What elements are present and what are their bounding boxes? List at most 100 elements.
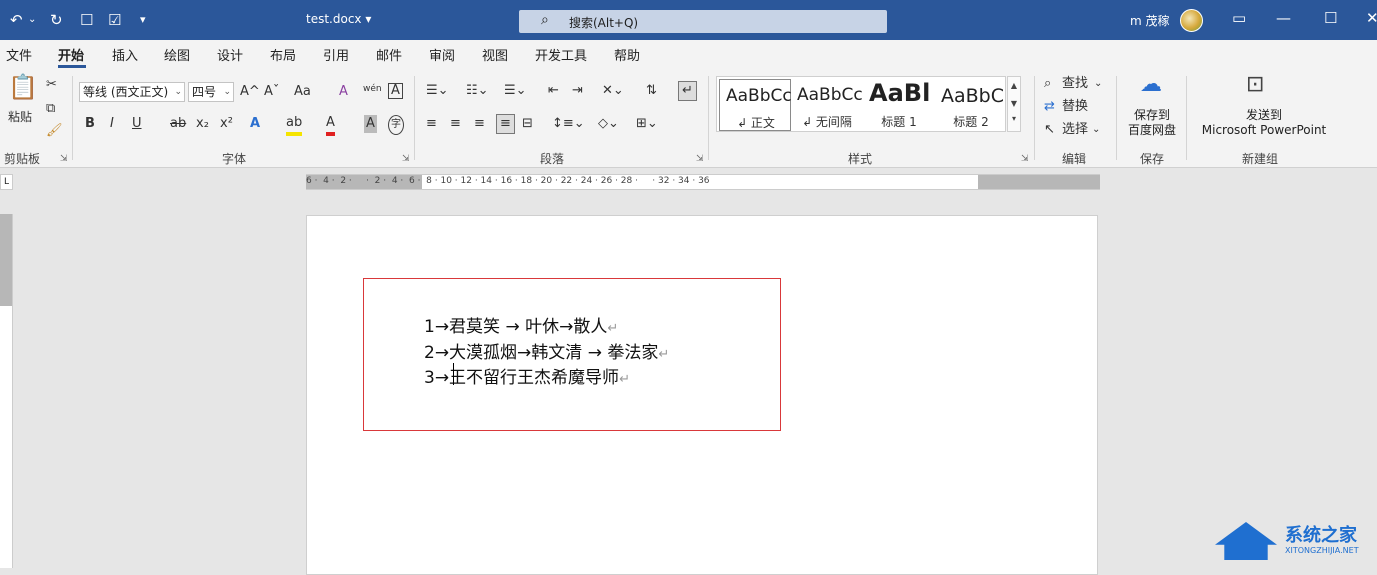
- tab-help[interactable]: 帮助: [614, 45, 640, 64]
- find-button[interactable]: 查找: [1062, 75, 1088, 93]
- paste-icon[interactable]: 📋: [8, 75, 38, 99]
- style-normal[interactable]: AaBbCcI ↲ 正文: [719, 79, 792, 131]
- style-name: 标题 1: [881, 115, 917, 129]
- avatar[interactable]: [1180, 9, 1203, 32]
- align-left-icon[interactable]: ≡: [426, 115, 437, 133]
- tab-draw[interactable]: 绘图: [164, 45, 190, 64]
- highlight-icon[interactable]: ab: [286, 114, 303, 136]
- undo-icon[interactable]: ↶: [10, 10, 23, 30]
- sort-icon[interactable]: ⇅: [646, 82, 657, 100]
- phonetic-guide-icon[interactable]: wén: [363, 80, 382, 98]
- send-to-powerpoint-icon[interactable]: ⊡: [1246, 74, 1264, 96]
- clipboard-launcher-icon[interactable]: ⇲: [60, 154, 68, 164]
- decrease-indent-icon[interactable]: ⇤: [548, 82, 559, 100]
- more-styles-icon[interactable]: ▾: [1008, 113, 1020, 125]
- send-to-powerpoint-button[interactable]: 发送到 Microsoft PowerPoint: [1192, 108, 1336, 138]
- undo-dropdown-icon[interactable]: ⌄: [28, 10, 36, 30]
- distributed-icon[interactable]: ⊟: [522, 115, 533, 133]
- paragraph-launcher-icon[interactable]: ⇲: [696, 154, 704, 164]
- align-right-icon[interactable]: ≡: [474, 115, 485, 133]
- document-title[interactable]: test.docx ▾: [306, 12, 371, 26]
- maximize-icon[interactable]: ☐: [1324, 9, 1337, 27]
- doc-line-1[interactable]: 1→君莫笑 → 叶休→散人↵: [424, 312, 618, 337]
- styles-scroll[interactable]: ▲ ▼ ▾: [1007, 76, 1021, 132]
- doc-line-2[interactable]: 2→大漠孤烟→韩文清 → 拳法家↵: [424, 338, 669, 363]
- borders-icon[interactable]: ⊞⌄: [636, 115, 658, 133]
- shading-icon[interactable]: ◇⌄: [598, 115, 619, 133]
- style-name: ↲ 无间隔: [802, 115, 852, 129]
- chevron-down-icon[interactable]: ⌄: [1092, 121, 1100, 139]
- font-size-select[interactable]: 四号 ⌄: [188, 82, 234, 102]
- touch-mode-icon[interactable]: ☐: [80, 10, 93, 30]
- styles-launcher-icon[interactable]: ⇲: [1021, 154, 1029, 164]
- grow-font-icon[interactable]: A^: [240, 83, 260, 101]
- baidu-netdisk-icon[interactable]: ☁: [1140, 74, 1162, 96]
- style-heading-1[interactable]: AaBl 标题 1: [863, 79, 935, 131]
- redo-icon[interactable]: ↻: [50, 10, 63, 30]
- underline-button[interactable]: U: [132, 115, 142, 133]
- strikethrough-button[interactable]: ab: [170, 115, 186, 133]
- chevron-down-icon[interactable]: ⌄: [1094, 75, 1102, 93]
- find-icon[interactable]: ⌕: [1044, 75, 1051, 93]
- customize-toolbar-icon[interactable]: ▾: [140, 10, 146, 30]
- styles-gallery: AaBbCcI ↲ 正文 AaBbCcI ↲ 无间隔 AaBl 标题 1 AaB…: [716, 76, 1006, 132]
- show-marks-icon[interactable]: ↵: [678, 81, 697, 101]
- italic-button[interactable]: I: [110, 115, 114, 133]
- multilevel-list-icon[interactable]: ☰⌄: [504, 82, 527, 100]
- paste-label[interactable]: 粘贴: [8, 108, 32, 126]
- tab-home[interactable]: 开始: [58, 45, 84, 64]
- font-color-icon[interactable]: A: [326, 114, 335, 136]
- style-heading-2[interactable]: AaBbC 标题 2: [935, 79, 1007, 131]
- character-border-icon[interactable]: A: [388, 83, 403, 99]
- horizontal-ruler[interactable]: 6 · 4 · 2 · · 2 · 4 · 6 · 8 · 10 · 12 · …: [306, 174, 1100, 190]
- user-name[interactable]: m 茂稼: [1130, 12, 1170, 29]
- increase-indent-icon[interactable]: ⇥: [572, 82, 583, 100]
- replace-icon[interactable]: ⇄: [1044, 98, 1055, 116]
- tab-layout[interactable]: 布局: [270, 45, 296, 64]
- select-button[interactable]: 选择: [1062, 121, 1088, 139]
- tab-references[interactable]: 引用: [323, 45, 349, 64]
- text-effects-icon[interactable]: A: [250, 115, 260, 133]
- tab-selector[interactable]: L: [0, 174, 13, 190]
- tab-design[interactable]: 设计: [217, 45, 243, 64]
- numbering-icon[interactable]: ☷⌄: [466, 82, 489, 100]
- doc-line-3[interactable]: 3→王不留行王杰希魔导师↵: [424, 363, 630, 388]
- align-center-icon[interactable]: ≡: [450, 115, 461, 133]
- font-launcher-icon[interactable]: ⇲: [402, 154, 410, 164]
- chevron-down-icon[interactable]: ▼: [1008, 95, 1020, 113]
- select-icon[interactable]: ↖: [1044, 121, 1055, 139]
- enclose-character-icon[interactable]: 字: [388, 115, 404, 135]
- search-box[interactable]: ⌕ 搜索(Alt+Q): [519, 10, 887, 33]
- tab-view[interactable]: 视图: [482, 45, 508, 64]
- clear-formatting-icon[interactable]: A: [339, 83, 348, 101]
- change-case-icon[interactable]: Aa: [294, 83, 311, 101]
- close-icon[interactable]: ✕: [1366, 9, 1377, 27]
- style-no-spacing[interactable]: AaBbCcI ↲ 无间隔: [791, 79, 863, 131]
- chevron-up-icon[interactable]: ▲: [1008, 77, 1020, 95]
- tab-review[interactable]: 审阅: [429, 45, 455, 64]
- superscript-button[interactable]: x²: [220, 115, 233, 133]
- copy-icon[interactable]: ⧉: [46, 100, 55, 118]
- character-shading-icon[interactable]: A: [364, 115, 377, 133]
- bullets-icon[interactable]: ☰⌄: [426, 82, 449, 100]
- replace-button[interactable]: 替换: [1062, 98, 1088, 116]
- tab-mailings[interactable]: 邮件: [376, 45, 402, 64]
- line-spacing-icon[interactable]: ↕≡⌄: [552, 115, 585, 133]
- justify-icon[interactable]: ≡: [496, 114, 515, 134]
- chinese-layout-icon[interactable]: ✕⌄: [602, 82, 624, 100]
- font-size-value: 四号: [192, 85, 217, 99]
- save-to-netdisk-button[interactable]: 保存到 百度网盘: [1126, 108, 1178, 138]
- bold-button[interactable]: B: [85, 115, 95, 133]
- shrink-font-icon[interactable]: Aˇ: [264, 83, 279, 101]
- minimize-icon[interactable]: —: [1276, 9, 1291, 27]
- subscript-button[interactable]: x₂: [196, 115, 209, 133]
- cut-icon[interactable]: ✂: [46, 76, 57, 94]
- form-icon[interactable]: ☑: [108, 10, 121, 30]
- ribbon-display-icon[interactable]: ▭: [1232, 9, 1246, 27]
- format-painter-icon[interactable]: 🖌: [46, 122, 63, 140]
- tab-insert[interactable]: 插入: [112, 45, 138, 64]
- tab-file[interactable]: 文件: [6, 45, 32, 64]
- vertical-ruler[interactable]: [0, 214, 13, 568]
- font-name-select[interactable]: 等线 (西文正文) ⌄: [79, 82, 185, 102]
- tab-developer[interactable]: 开发工具: [535, 45, 587, 64]
